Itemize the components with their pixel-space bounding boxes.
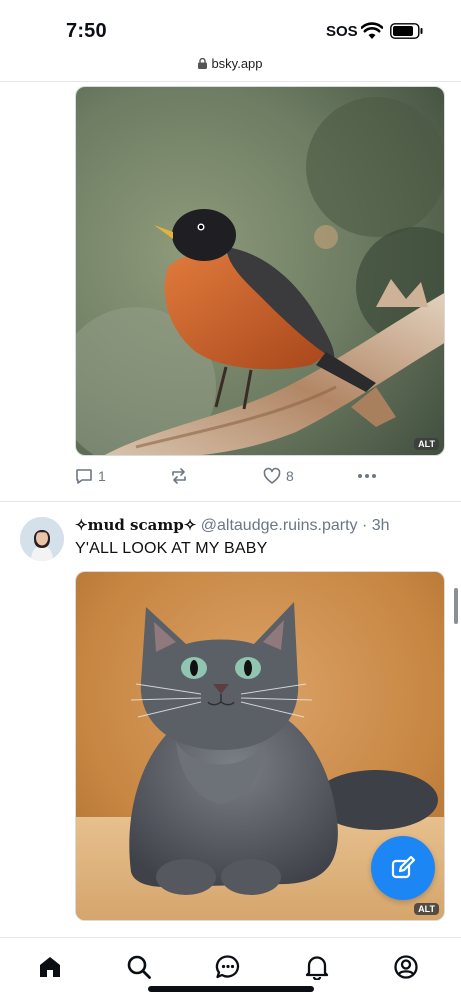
nav-profile[interactable] xyxy=(391,952,421,982)
post-header: ✧mud scamp✧ @altaudge.ruins.party · 3h xyxy=(75,516,390,535)
post-actions: 1 8 xyxy=(75,466,445,490)
avatar[interactable] xyxy=(20,517,64,561)
home-indicator xyxy=(148,986,314,992)
compose-icon xyxy=(391,855,416,879)
post-time: · 3h xyxy=(361,517,390,534)
profile-icon xyxy=(394,955,418,979)
home-icon xyxy=(40,957,60,977)
reply-count: 1 xyxy=(98,468,106,484)
sos-indicator: SOS xyxy=(326,23,358,40)
reply-icon xyxy=(76,469,92,484)
battery-icon xyxy=(390,23,423,39)
alt-text-badge[interactable]: ALT xyxy=(414,903,439,915)
wifi-icon xyxy=(361,22,383,39)
browser-url: bsky.app xyxy=(211,56,263,71)
scrollbar[interactable] xyxy=(454,588,458,624)
bell-icon xyxy=(305,956,329,980)
like-count: 8 xyxy=(286,468,294,484)
heart-icon xyxy=(263,467,281,484)
user-handle[interactable]: @altaudge.ruins.party xyxy=(201,517,358,534)
post-image-robin[interactable]: ALT xyxy=(75,86,445,456)
like-button[interactable]: 8 xyxy=(263,466,294,486)
browser-url-bar[interactable]: bsky.app xyxy=(0,56,461,81)
status-bar: 7:50 SOS xyxy=(0,0,461,56)
repost-button[interactable] xyxy=(170,466,193,486)
compose-button[interactable] xyxy=(371,836,435,900)
nav-chat[interactable] xyxy=(213,952,243,982)
avatar-image xyxy=(20,517,64,561)
search-icon xyxy=(127,955,151,979)
post-divider xyxy=(0,501,461,502)
display-name[interactable]: ✧mud scamp✧ xyxy=(75,516,196,534)
post-text: Y'ALL LOOK AT MY BABY xyxy=(75,540,268,557)
status-time: 7:50 xyxy=(66,20,107,42)
lock-icon xyxy=(198,58,208,69)
nav-search[interactable] xyxy=(124,952,154,982)
alt-text-badge[interactable]: ALT xyxy=(414,438,439,450)
repost-icon xyxy=(172,468,186,484)
nav-notifications[interactable] xyxy=(302,952,332,982)
chat-icon xyxy=(215,955,240,979)
robin-photo xyxy=(76,87,444,455)
more-icon xyxy=(358,474,376,478)
nav-home[interactable] xyxy=(35,952,65,982)
more-options-button[interactable] xyxy=(357,466,377,486)
reply-button[interactable]: 1 xyxy=(75,466,106,486)
url-divider xyxy=(0,81,461,82)
